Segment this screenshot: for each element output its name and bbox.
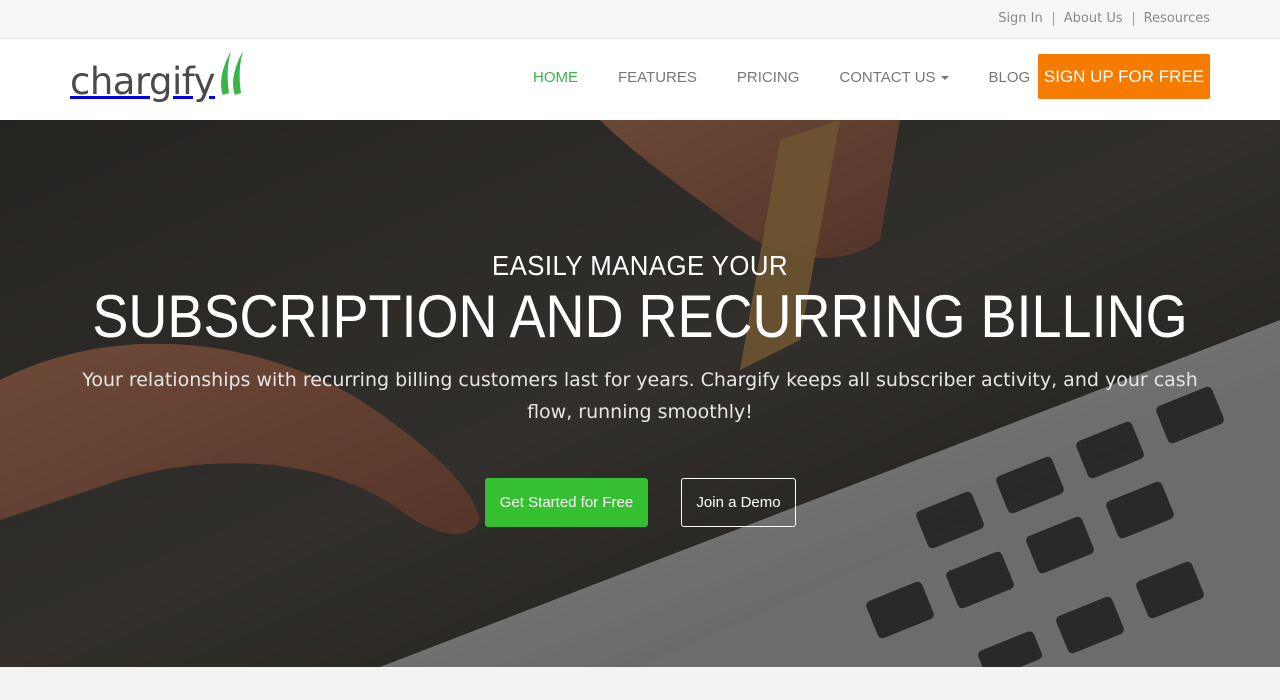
divider — [1052, 11, 1054, 26]
hero-content: EASILY MANAGE YOUR SUBSCRIPTION AND RECU… — [0, 120, 1280, 667]
sign-up-for-free-button[interactable]: SIGN UP FOR FREE — [1038, 54, 1210, 99]
primary-nav: HOME FEATURES PRICING CONTACT US BLOG — [533, 69, 1070, 86]
hero-section: EASILY MANAGE YOUR SUBSCRIPTION AND RECU… — [0, 120, 1280, 667]
chargify-swoosh-icon — [221, 51, 244, 95]
nav-features[interactable]: FEATURES — [618, 69, 697, 86]
divider — [1132, 11, 1134, 26]
nav-pricing[interactable]: PRICING — [737, 69, 800, 86]
nav-home[interactable]: HOME — [533, 69, 578, 86]
hero-subtitle: Your relationships with recurring billin… — [82, 369, 1198, 423]
get-started-button[interactable]: Get Started for Free — [485, 478, 648, 527]
about-us-link[interactable]: About Us — [1064, 11, 1123, 26]
resources-link[interactable]: Resources — [1144, 11, 1210, 26]
nav-blog[interactable]: BLOG — [989, 69, 1031, 86]
chargify-logo[interactable]: chargify — [70, 50, 247, 100]
sign-in-link[interactable]: Sign In — [998, 11, 1043, 26]
logo-wordmark: chargify — [70, 60, 216, 103]
caret-down-icon — [940, 75, 949, 80]
join-demo-button[interactable]: Join a Demo — [681, 478, 796, 527]
utility-bar: Sign In About Us Resources — [0, 0, 1280, 39]
hero-title: SUBSCRIPTION AND RECURRING BILLING — [92, 283, 1188, 350]
main-navbar: chargify HOME FEATURES PRICING CONTACT U… — [0, 39, 1280, 120]
nav-contact-us[interactable]: CONTACT US — [839, 69, 949, 86]
section-below-hero — [0, 667, 1280, 700]
nav-contact-us-label: CONTACT US — [839, 69, 936, 86]
hero-kicker: EASILY MANAGE YOUR — [491, 250, 789, 281]
utility-links: Sign In About Us Resources — [998, 11, 1210, 26]
